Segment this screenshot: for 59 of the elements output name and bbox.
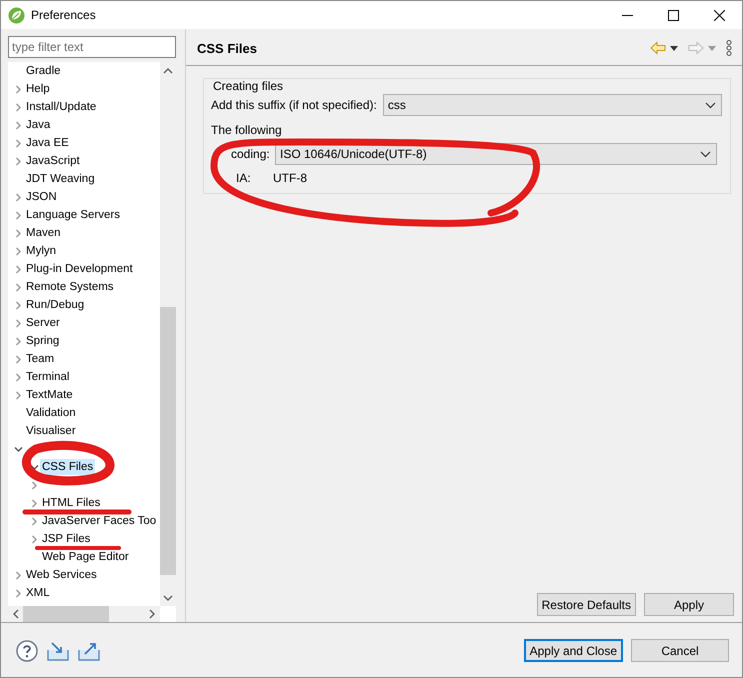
field-label: Add this suffix (if not specified):: [211, 98, 377, 112]
tree-item[interactable]: JSP Files: [40, 531, 92, 547]
tree-item[interactable]: Terminal: [24, 369, 72, 385]
tree-item[interactable]: JavaServer Faces Too: [40, 513, 158, 529]
scrollbar-thumb[interactable]: [23, 606, 109, 622]
field-value: UTF-8: [273, 171, 307, 185]
tree-item[interactable]: CSS Files: [40, 459, 96, 475]
tree-item[interactable]: Run/Debug: [24, 297, 86, 313]
tree-item[interactable]: Web Page Editor: [40, 549, 131, 565]
tree-item[interactable]: Visualiser: [24, 423, 78, 439]
scroll-up-icon[interactable]: [163, 66, 173, 76]
tree-item[interactable]: Validation: [24, 405, 78, 421]
chevron-down-icon: [700, 150, 711, 158]
forward-arrow-icon[interactable]: [688, 41, 704, 55]
page-title: CSS Files: [197, 40, 257, 56]
tree-item[interactable]: Java: [24, 117, 52, 133]
dropdown-icon[interactable]: [670, 46, 678, 50]
group-title: Creating files: [211, 79, 286, 93]
scrollbar-thumb[interactable]: [160, 307, 176, 575]
suffix-dropdown[interactable]: css: [382, 94, 722, 116]
tree-item[interactable]: JDT Weaving: [24, 171, 97, 187]
help-icon[interactable]: [16, 640, 38, 662]
tree-item[interactable]: Team: [24, 351, 56, 367]
export-icon[interactable]: [78, 640, 100, 660]
tree-item[interactable]: Mylyn: [24, 243, 58, 259]
tree-item[interactable]: HTML Files: [40, 495, 102, 511]
maximize-icon[interactable]: [668, 10, 678, 20]
tree-item[interactable]: Maven: [24, 225, 63, 241]
window-title: Preferences: [31, 8, 96, 22]
tree-item[interactable]: Language Servers: [24, 207, 122, 223]
field-label: coding:: [231, 147, 271, 161]
chevron-down-icon: [705, 102, 716, 108]
tree-item[interactable]: Plug-in Development: [24, 261, 135, 277]
page-button[interactable]: Restore Defaults: [536, 593, 636, 616]
app-logo-icon: [8, 6, 25, 24]
field-label: IA:: [236, 171, 252, 185]
dialog-button[interactable]: Apply and Close: [524, 639, 623, 662]
filter-field[interactable]: type filter text: [8, 36, 176, 58]
scroll-left-icon[interactable]: [11, 609, 21, 619]
tree-item[interactable]: Java EE: [24, 135, 71, 151]
close-icon[interactable]: [714, 10, 724, 20]
tree-item[interactable]: Remote Systems: [24, 279, 116, 295]
tree-item[interactable]: JSON: [24, 189, 59, 205]
tree-item[interactable]: JavaScript: [24, 153, 82, 169]
view-menu-icon[interactable]: [726, 40, 732, 56]
tree-item[interactable]: TextMate: [24, 387, 75, 403]
description-text: The following: [211, 123, 283, 137]
scroll-right-icon[interactable]: [147, 609, 157, 619]
scroll-down-icon[interactable]: [163, 593, 173, 603]
tree-item[interactable]: Help: [24, 81, 52, 97]
tree-item[interactable]: Install/Update: [24, 99, 98, 115]
tree-item[interactable]: Web Services: [24, 567, 99, 583]
tree-item[interactable]: Server: [24, 315, 62, 331]
tree-item[interactable]: Spring: [24, 333, 62, 349]
tree-item[interactable]: XML: [24, 585, 52, 601]
page-button[interactable]: Apply: [644, 593, 734, 616]
dialog-button[interactable]: Cancel: [631, 639, 729, 662]
tree-item[interactable]: Gradle: [24, 63, 63, 79]
import-icon[interactable]: [47, 640, 69, 660]
